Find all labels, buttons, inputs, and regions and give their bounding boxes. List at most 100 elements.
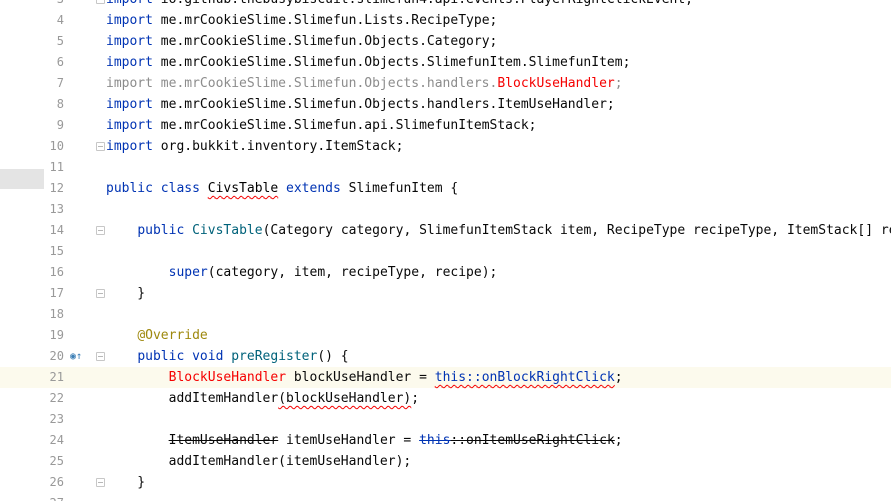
code-token: BlockUseHandler (168, 370, 287, 385)
code-token: me.mrCookieSlime.Slimefun.Objects.Slimef… (160, 55, 631, 70)
code-token: blockUseHandler = (286, 370, 435, 385)
code-token: CivsTable (207, 181, 279, 196)
code-token: ; (614, 370, 623, 385)
code-line[interactable]: 14 public CivsTable(Category category, S… (0, 220, 891, 241)
override-method-icon[interactable]: ◉↑ (70, 351, 82, 362)
code-token: me.mrCookieSlime.Slimefun.Objects.handle… (160, 97, 615, 112)
line-number: 3 (44, 0, 64, 10)
code-line[interactable]: 4 import me.mrCookieSlime.Slimefun.Lists.… (0, 10, 891, 31)
line-number: 17 (49, 286, 64, 300)
fold-collapse-icon[interactable] (96, 289, 105, 298)
line-number: 23 (49, 412, 64, 426)
code-token: me.mrCookieSlime.Slimefun.Lists.RecipeTy… (160, 13, 498, 28)
line-number: 12 (49, 181, 64, 195)
line-number: 5 (56, 34, 64, 48)
line-number: 4 (56, 13, 64, 27)
code-line[interactable]: 9 import me.mrCookieSlime.Slimefun.api.Sl… (0, 115, 891, 136)
code-token: SlimefunItem { (348, 181, 459, 196)
code-text: import me.mrCookieSlime.Slimefun.api.Sli… (106, 115, 536, 136)
code-token: me.mrCookieSlime.Slimefun.api.SlimefunIt… (160, 118, 537, 133)
code-text: @Override (106, 325, 207, 346)
code-text: BlockUseHandler blockUseHandler = this::… (106, 367, 623, 388)
code-token: import (106, 139, 161, 154)
fold-collapse-icon[interactable] (96, 478, 105, 487)
code-token: } (106, 286, 146, 301)
code-line[interactable]: 12 public class CivsTable extends Slimefu… (0, 178, 891, 199)
line-number: 19 (49, 328, 64, 342)
code-text: import org.bukkit.inventory.ItemStack; (106, 136, 403, 157)
code-line[interactable]: 16 super(category, item, recipeType, rec… (0, 262, 891, 283)
code-token: BlockUseHandler (497, 76, 615, 91)
code-text: public void preRegister() { (106, 346, 348, 367)
code-text: import me.mrCookieSlime.Slimefun.Lists.R… (106, 10, 497, 31)
code-token: (category, item, recipeType, recipe); (207, 265, 498, 280)
code-line[interactable]: 21 BlockUseHandler blockUseHandler = thi… (0, 367, 891, 388)
code-token: } (106, 475, 146, 490)
line-number: 18 (49, 307, 64, 321)
code-token: extends (278, 181, 349, 196)
code-line[interactable]: 13 (0, 199, 891, 220)
code-token: this (419, 433, 451, 448)
code-line[interactable]: 6 import me.mrCookieSlime.Slimefun.Object… (0, 52, 891, 73)
code-text: } (106, 283, 145, 304)
code-token: me.mrCookieSlime.Slimefun.Objects.Catego… (160, 34, 498, 49)
code-line[interactable]: 25 addItemHandler(itemUseHandler); (0, 451, 891, 472)
code-text: super(category, item, recipeType, recipe… (106, 262, 498, 283)
code-text: import me.mrCookieSlime.Slimefun.Objects… (106, 52, 630, 73)
code-token: io.github.thebusybiscuit.slimefun4.api.e… (161, 0, 693, 7)
line-number: 9 (56, 118, 64, 132)
code-line[interactable]: 26 } (0, 472, 891, 493)
code-token: import (106, 55, 161, 70)
fold-expand-icon[interactable] (96, 352, 105, 361)
code-token: this::onBlockRightClick (434, 370, 615, 385)
code-line[interactable]: 22 addItemHandler(blockUseHandler); (0, 388, 891, 409)
code-text: import me.mrCookieSlime.Slimefun.Objects… (106, 94, 615, 115)
line-number: 26 (49, 475, 64, 489)
code-line[interactable]: 18 (0, 304, 891, 325)
code-text: ItemUseHandler itemUseHandler = this::on… (106, 430, 623, 451)
code-line[interactable]: 24 ItemUseHandler itemUseHandler = this:… (0, 430, 891, 451)
fold-collapse-icon[interactable] (96, 142, 105, 151)
code-token: ; (411, 391, 420, 406)
code-token: (blockUseHandler) (278, 391, 412, 406)
code-token: addItemHandler(itemUseHandler); (106, 454, 412, 469)
code-token: ; (614, 76, 623, 91)
line-number: 11 (49, 160, 64, 174)
code-line[interactable]: 19 @Override (0, 325, 891, 346)
fold-expand-icon[interactable] (96, 0, 105, 4)
code-text: public CivsTable(Category category, Slim… (106, 220, 891, 241)
code-line[interactable]: 5 import me.mrCookieSlime.Slimefun.Object… (0, 31, 891, 52)
code-token: org.bukkit.inventory.ItemStack; (160, 139, 404, 154)
line-number: 22 (49, 391, 64, 405)
code-token: super (168, 265, 208, 280)
code-line[interactable]: 27 (0, 493, 891, 501)
code-line[interactable]: 20 ◉↑ public void preRegister() { (0, 346, 891, 367)
fold-expand-icon[interactable] (96, 226, 105, 235)
code-token: import (106, 34, 161, 49)
line-number: 16 (49, 265, 64, 279)
code-token: public (137, 223, 193, 238)
code-line[interactable]: 23 (0, 409, 891, 430)
code-line[interactable]: 8 import me.mrCookieSlime.Slimefun.Object… (0, 94, 891, 115)
code-line[interactable]: 17 } (0, 283, 891, 304)
code-line[interactable]: 7 import me.mrCookieSlime.Slimefun.Object… (0, 73, 891, 94)
code-line[interactable]: 3 import io.github.thebusybiscuit.slimefu… (0, 0, 891, 10)
line-number: 24 (49, 433, 64, 447)
code-text: addItemHandler(itemUseHandler); (106, 451, 412, 472)
line-number: 14 (49, 223, 64, 237)
code-line[interactable]: 11 (0, 157, 891, 178)
code-editor[interactable]: 3 import io.github.thebusybiscuit.slimefu… (0, 0, 891, 501)
code-token: preRegister (231, 349, 318, 364)
code-line[interactable]: 15 (0, 241, 891, 262)
code-text: import me.mrCookieSlime.Slimefun.Objects… (106, 73, 623, 94)
code-line[interactable]: 10 import org.bukkit.inventory.ItemStack; (0, 136, 891, 157)
code-token: import (106, 118, 161, 133)
line-number: 25 (49, 454, 64, 468)
line-number: 6 (56, 55, 64, 69)
code-text: import io.github.thebusybiscuit.slimefun… (106, 0, 693, 10)
code-token: public class (106, 181, 208, 196)
